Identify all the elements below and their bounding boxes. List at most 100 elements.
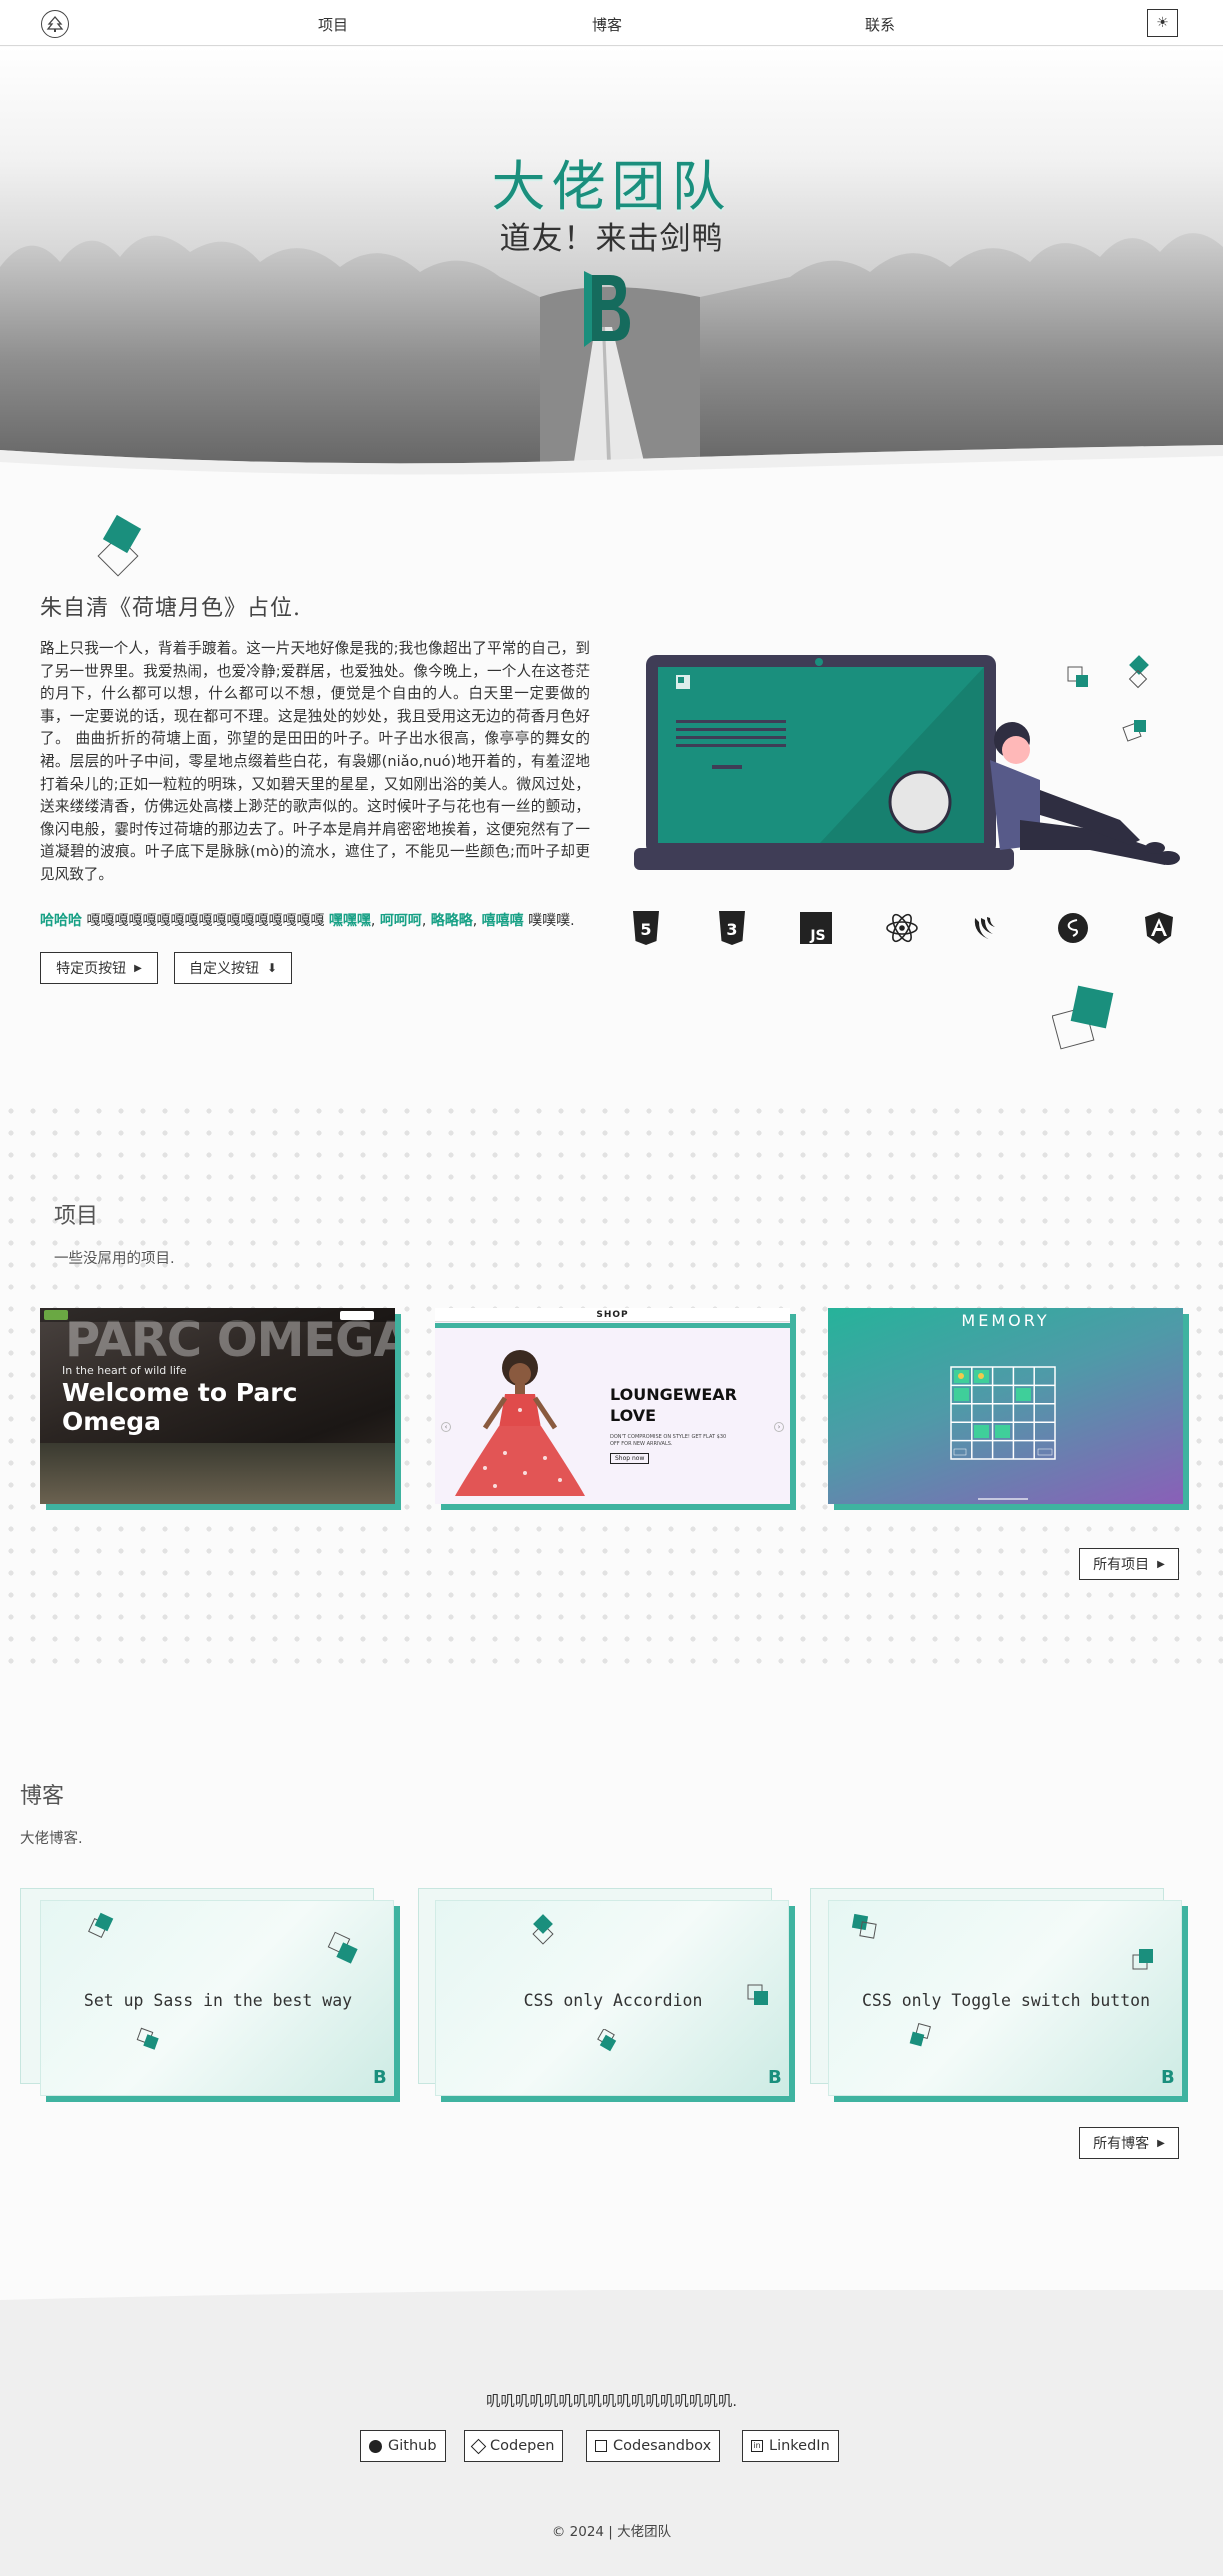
blog-card-toggle[interactable]: CSS only Toggle switch button B xyxy=(828,1900,1182,2096)
codepen-icon xyxy=(470,2438,487,2454)
download-icon: ⬇ xyxy=(266,961,278,975)
footer-text: 叽叽叽叽叽叽叽叽叽叽叽叽叽叽叽叽叽. xyxy=(485,2394,738,2410)
about-paragraph: 路上只我一个人，背着手踱着。这一片天地好像是我的;我也像超出了平常的自己，到了另… xyxy=(40,640,590,883)
memory-game-grid xyxy=(950,1366,1056,1460)
decorative-squares-icon xyxy=(909,2023,931,2047)
footer-link-linkedin[interactable]: in LinkedIn xyxy=(742,2430,839,2462)
sass-icon xyxy=(1055,910,1091,946)
decorative-squares-icon xyxy=(327,1931,358,1964)
linkedin-icon: in xyxy=(751,2440,763,2452)
angular-icon xyxy=(1141,910,1177,946)
footer-link-codepen[interactable]: Codepen xyxy=(464,2430,564,2462)
tagline-accent-text: 略略略 xyxy=(430,913,473,929)
tagline-accent-text: 嘿嘿嘿 xyxy=(328,913,371,929)
blog-card-sass[interactable]: Set up Sass in the best way B xyxy=(40,1900,394,2096)
about-title: 朱自清《荷塘月色》占位. xyxy=(40,596,301,621)
parc-omega-logo-icon xyxy=(44,1310,68,1320)
carousel-next-icon: › xyxy=(774,1422,784,1432)
decorative-squares-icon xyxy=(597,2029,617,2052)
nav-link-blog[interactable]: 博客 xyxy=(592,14,622,35)
custom-button-label: 自定义按钮 xyxy=(188,961,259,977)
decorative-squares-icon xyxy=(851,1913,877,1939)
laptop-illustration xyxy=(634,655,1180,870)
footer-link-github[interactable]: Github xyxy=(360,2430,446,2462)
shop-heading: LOUNGEWEAR LOVE xyxy=(610,1385,737,1425)
shop-now-button: Shop now xyxy=(610,1453,650,1464)
project-card-parc-omega[interactable]: PARC OMEGA In the heart of wild life Wel… xyxy=(40,1308,395,1504)
blog-card-title: CSS only Accordion xyxy=(523,1991,703,2010)
nav-link-projects[interactable]: 项目 xyxy=(318,14,348,35)
decorative-squares-icon xyxy=(1132,1949,1153,1970)
all-projects-button[interactable]: 所有项目 ▶ xyxy=(1079,1548,1179,1580)
brand-b-icon: B xyxy=(1161,2067,1175,2088)
tagline-accent-text: 呵呵呵 xyxy=(379,913,422,929)
decorative-squares-icon xyxy=(532,1914,554,1945)
hero-banner: 大佬团队 道友！来击剑鸭 xyxy=(0,47,1223,490)
all-blogs-label: 所有博客 xyxy=(1093,2136,1150,2152)
tagline-text: 嘎嘎嘎嘎嘎嘎嘎嘎嘎嘎嘎嘎嘎嘎嘎嘎嘎 xyxy=(82,913,329,929)
project-card-memory[interactable]: MEMORY xyxy=(828,1308,1183,1504)
custom-download-button[interactable]: 自定义按钮 ⬇ xyxy=(174,952,292,984)
svg-text:5: 5 xyxy=(640,920,651,939)
blog-card-title: CSS only Toggle switch button xyxy=(861,1991,1151,2010)
blog-card-accordion[interactable]: CSS only Accordion B xyxy=(435,1900,789,2096)
tagline-text: 噗噗噗. xyxy=(523,913,575,929)
footer-link-label: Codesandbox xyxy=(613,2438,712,2454)
blog-subtitle: 大佬博客. xyxy=(20,1831,83,1847)
theme-toggle-button[interactable]: ☀ xyxy=(1147,9,1178,37)
hero-subtitle: 道友！来击剑鸭 xyxy=(499,221,724,257)
parc-omega-kicker: In the heart of wild life xyxy=(62,1364,187,1377)
javascript-icon: JS xyxy=(798,910,834,946)
tagline-accent-text: 哈哈哈 xyxy=(40,913,82,929)
shop-brand: SHOP xyxy=(596,1310,629,1320)
footer-link-label: Codepen xyxy=(490,2438,555,2454)
brand-b-icon: B xyxy=(373,2067,387,2088)
shop-model-image xyxy=(455,1350,585,1496)
tagline-text: , xyxy=(370,913,380,929)
top-nav: 项目 博客 联系 ☀ xyxy=(0,0,1223,46)
tagline-accent-text: 嘻嘻嘻 xyxy=(481,913,524,929)
project-card-shop[interactable]: SHOP ‹ › LOUNGEWEAR LOVE DON'T COMPROMIS… xyxy=(435,1308,790,1504)
decorative-squares-icon xyxy=(1052,985,1114,1050)
shop-promo-text: DON'T COMPROMISE ON STYLE! GET FLAT $30 … xyxy=(610,1434,727,1447)
copyright: © 2024 | 大佬团队 xyxy=(551,2524,672,2540)
hero-title: 大佬团队 xyxy=(491,155,732,218)
about-tagline: 哈哈哈 嘎嘎嘎嘎嘎嘎嘎嘎嘎嘎嘎嘎嘎嘎嘎嘎嘎 嘿嘿嘿, 呵呵呵, 略略略, 嘻嘻嘻… xyxy=(40,910,600,930)
caret-right-icon: ▶ xyxy=(1157,1558,1165,1570)
codesandbox-icon xyxy=(595,2440,607,2452)
decorative-squares-icon xyxy=(88,1912,114,1938)
page: 项目 博客 联系 ☀ 大佬团队 道友！来击剑鸭 朱自清《荷塘月色》占位. 路上只… xyxy=(0,0,1223,2576)
brand-b-icon: B xyxy=(768,2067,782,2088)
blog-title: 博客 xyxy=(20,1784,65,1809)
github-icon xyxy=(369,2439,382,2453)
svg-text:JS: JS xyxy=(809,928,825,944)
carousel-prev-icon: ‹ xyxy=(441,1422,451,1432)
nav-link-contact[interactable]: 联系 xyxy=(865,14,895,35)
special-page-button[interactable]: 特定页按钮 ▶ xyxy=(40,952,158,984)
caret-right-icon: ▶ xyxy=(1157,2137,1165,2149)
svg-text:3: 3 xyxy=(726,920,737,939)
all-blogs-button[interactable]: 所有博客 ▶ xyxy=(1079,2127,1179,2159)
memory-heading: MEMORY xyxy=(961,1311,1050,1330)
decorative-squares-icon xyxy=(136,2027,159,2050)
parc-omega-nav-button xyxy=(340,1311,374,1320)
hero-wave-divider xyxy=(0,445,1223,500)
jquery-icon xyxy=(969,910,1005,946)
css3-icon: 3 xyxy=(714,910,750,946)
footer-link-label: LinkedIn xyxy=(769,2438,830,2454)
site-logo-icon[interactable] xyxy=(41,10,69,38)
caret-right-icon: ▶ xyxy=(134,962,142,974)
projects-subtitle: 一些没屌用的项目. xyxy=(54,1251,175,1267)
sun-icon: ☀ xyxy=(1156,15,1169,31)
brand-b-logo-icon xyxy=(584,271,630,347)
decorative-squares-icon xyxy=(97,514,142,577)
footer-link-label: Github xyxy=(388,2438,437,2454)
tagline-text: , xyxy=(472,913,482,929)
footer-link-codesandbox[interactable]: Codesandbox xyxy=(586,2430,721,2462)
blog-card-title: Set up Sass in the best way xyxy=(83,1991,353,2010)
html5-icon: 5 xyxy=(628,910,664,946)
tagline-text: , xyxy=(421,913,431,929)
projects-title: 项目 xyxy=(54,1204,99,1229)
parc-omega-heading: Welcome to Parc Omega xyxy=(62,1378,298,1436)
special-page-button-label: 特定页按钮 xyxy=(56,961,127,977)
